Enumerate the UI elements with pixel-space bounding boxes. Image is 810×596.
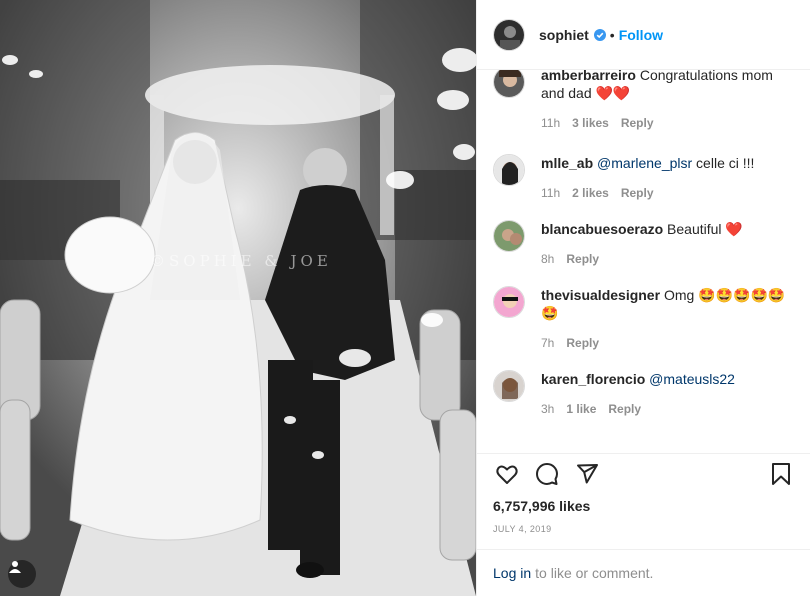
- comments-list[interactable]: amberbarreiro Congratulations mom and da…: [477, 70, 810, 453]
- post-actions: 6,757,996 likes JULY 4, 2019: [477, 453, 810, 534]
- comment-time[interactable]: 7h: [541, 336, 554, 350]
- reply-button[interactable]: Reply: [566, 252, 599, 266]
- comment-mention[interactable]: @mateusls22: [649, 371, 735, 387]
- login-prompt: Log in to like or comment.: [477, 549, 810, 596]
- post-date[interactable]: JULY 4, 2019: [493, 524, 795, 534]
- comment-username[interactable]: thevisualdesigner: [541, 287, 660, 303]
- comment-username[interactable]: blancabuesoerazo: [541, 221, 663, 237]
- comment-text: thevisualdesigner Omg 🤩🤩🤩🤩🤩🤩: [541, 286, 794, 322]
- comment-likes[interactable]: 1 like: [566, 402, 596, 416]
- bookmark-icon: [772, 463, 790, 485]
- comment-username[interactable]: karen_florencio: [541, 371, 645, 387]
- comment-time[interactable]: 3h: [541, 402, 554, 416]
- user-tag-button[interactable]: [8, 560, 36, 588]
- likes-count[interactable]: 6,757,996 likes: [493, 498, 795, 514]
- wedding-photo-illustration: [0, 0, 476, 596]
- share-button[interactable]: [573, 460, 601, 488]
- comment-meta: 7h Reply: [541, 336, 794, 350]
- post-side-panel: sophiet • Follow amberbarreiro Congratul…: [476, 0, 810, 596]
- photo-watermark: ©SOPHIE & JOE: [150, 252, 332, 270]
- comment-username[interactable]: mlle_ab: [541, 155, 593, 171]
- reply-button[interactable]: Reply: [608, 402, 641, 416]
- user-tag-icon: [9, 561, 21, 573]
- commenter-avatar[interactable]: [493, 286, 525, 318]
- comment-meta: 11h 2 likes Reply: [541, 186, 794, 200]
- comment-body: mlle_ab @marlene_plsr celle ci !!! 11h 2…: [541, 154, 794, 200]
- instagram-post: ©SOPHIE & JOE sophiet • Follow amberbarr…: [0, 0, 810, 596]
- save-button[interactable]: [767, 460, 795, 488]
- comment-meta: 11h 3 likes Reply: [541, 116, 794, 130]
- comment-meta: 8h Reply: [541, 252, 794, 266]
- comment-likes[interactable]: 3 likes: [572, 116, 609, 130]
- login-prompt-text: to like or comment.: [535, 565, 654, 581]
- comment-content: celle ci !!!: [692, 155, 755, 171]
- commenter-avatar[interactable]: [493, 70, 525, 98]
- comment-time[interactable]: 11h: [541, 186, 560, 200]
- comment-body: karen_florencio @mateusls22 3h 1 like Re…: [541, 370, 794, 416]
- comment-item: karen_florencio @mateusls22 3h 1 like Re…: [493, 370, 794, 416]
- comment-item: thevisualdesigner Omg 🤩🤩🤩🤩🤩🤩 7h Reply: [493, 286, 794, 350]
- comment-username[interactable]: amberbarreiro: [541, 70, 636, 83]
- comment-meta: 3h 1 like Reply: [541, 402, 794, 416]
- comment-content: Beautiful ❤️: [667, 221, 743, 237]
- share-icon: [577, 464, 598, 484]
- comment-text: amberbarreiro Congratulations mom and da…: [541, 70, 794, 102]
- commenter-avatar[interactable]: [493, 220, 525, 252]
- comment-likes[interactable]: 2 likes: [572, 186, 609, 200]
- avatar-image: [494, 19, 524, 50]
- author-username[interactable]: sophiet: [539, 27, 589, 43]
- comment-body: thevisualdesigner Omg 🤩🤩🤩🤩🤩🤩 7h Reply: [541, 286, 794, 350]
- comment-body: blancabuesoerazo Beautiful ❤️ 8h Reply: [541, 220, 794, 266]
- comment-time[interactable]: 11h: [541, 116, 560, 130]
- reply-button[interactable]: Reply: [621, 116, 654, 130]
- comment-text: mlle_ab @marlene_plsr celle ci !!!: [541, 154, 794, 172]
- verified-badge-icon: [593, 28, 606, 41]
- comment-text: blancabuesoerazo Beautiful ❤️: [541, 220, 794, 238]
- login-link[interactable]: Log in: [493, 565, 531, 581]
- commenter-avatar[interactable]: [493, 370, 525, 402]
- comment-body: amberbarreiro Congratulations mom and da…: [541, 70, 794, 130]
- comment-item: mlle_ab @marlene_plsr celle ci !!! 11h 2…: [493, 154, 794, 200]
- author-avatar[interactable]: [493, 18, 525, 51]
- comment-item: blancabuesoerazo Beautiful ❤️ 8h Reply: [493, 220, 794, 266]
- heart-icon: [496, 465, 518, 484]
- comment-time[interactable]: 8h: [541, 252, 554, 266]
- reply-button[interactable]: Reply: [621, 186, 654, 200]
- comment-item: amberbarreiro Congratulations mom and da…: [493, 70, 794, 130]
- comment-button[interactable]: [533, 460, 561, 488]
- follow-button[interactable]: Follow: [619, 27, 663, 43]
- post-photo[interactable]: ©SOPHIE & JOE: [0, 0, 476, 596]
- action-icons: [493, 454, 795, 494]
- reply-button[interactable]: Reply: [566, 336, 599, 350]
- comment-text: karen_florencio @mateusls22: [541, 370, 794, 388]
- post-header: sophiet • Follow: [477, 0, 810, 70]
- comment-icon: [536, 463, 558, 485]
- like-button[interactable]: [493, 460, 521, 488]
- comment-mention[interactable]: @marlene_plsr: [597, 155, 692, 171]
- header-separator: •: [609, 26, 615, 43]
- commenter-avatar[interactable]: [493, 154, 525, 186]
